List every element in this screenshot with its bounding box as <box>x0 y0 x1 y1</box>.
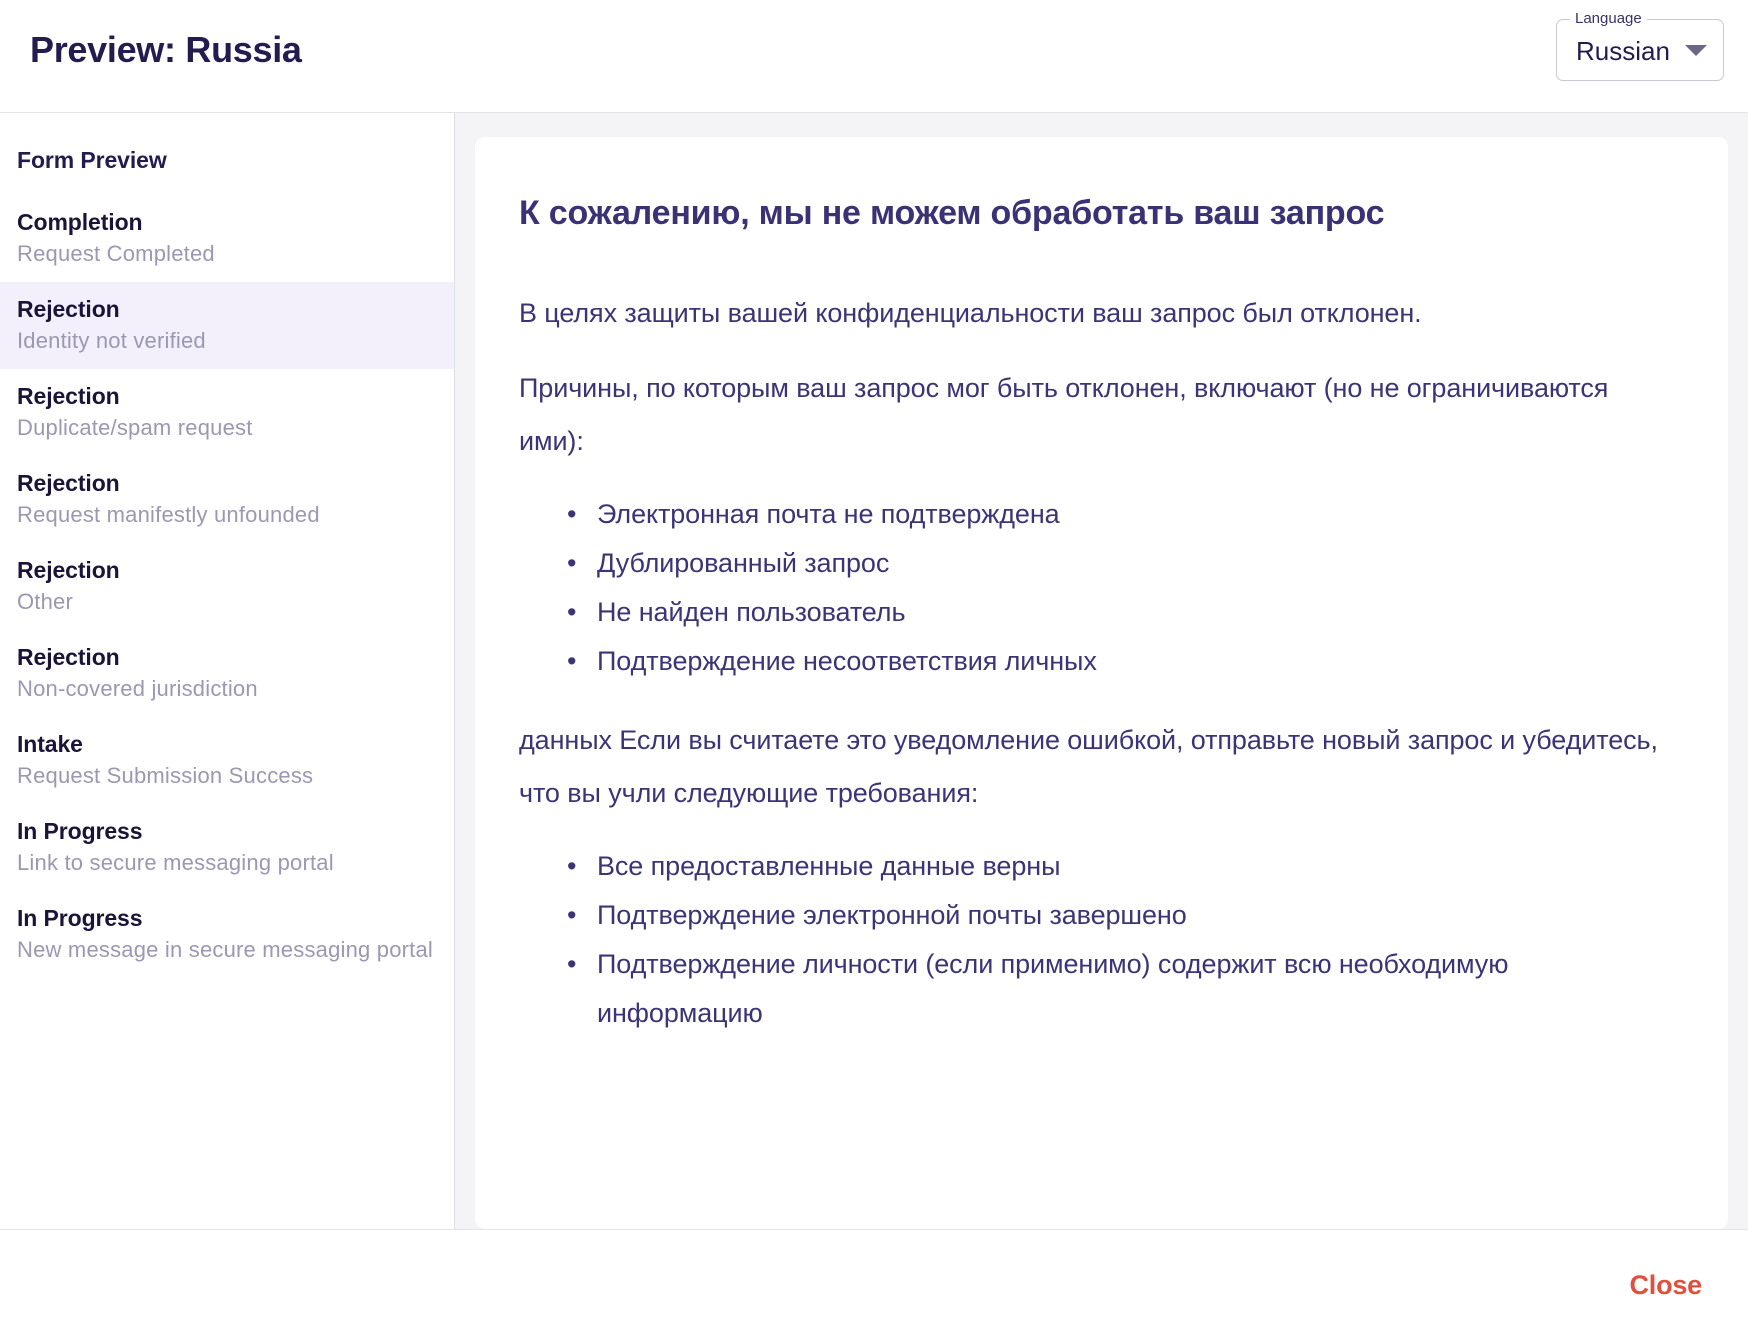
language-select-label: Language <box>1570 10 1647 28</box>
sidebar-item[interactable]: In Progress New message in secure messagi… <box>0 891 454 978</box>
list-item: Подтверждение несоответствия личных <box>519 637 1668 686</box>
page-title: Preview: Russia <box>30 29 302 70</box>
sidebar-item[interactable]: In Progress Link to secure messaging port… <box>0 804 454 891</box>
list-item: Подтверждение личности (если применимо) … <box>519 940 1668 1038</box>
list-item: Электронная почта не подтверждена <box>519 490 1668 539</box>
rejection-reasons-list: Электронная почта не подтвержденаДублиро… <box>519 490 1668 686</box>
list-item: Дублированный запрос <box>519 539 1668 588</box>
list-item: Подтверждение электронной почты завершен… <box>519 891 1668 940</box>
sidebar-item-title: Rejection <box>17 470 120 496</box>
sidebar-item-subtitle: Request manifestly unfounded <box>17 502 320 527</box>
sidebar-item-title: Rejection <box>17 296 120 322</box>
sidebar-item-title: Intake <box>17 731 83 757</box>
sidebar-item-title: Completion <box>17 209 143 235</box>
dialog-body: Form Preview Completion Request Completed… <box>0 113 1748 1230</box>
sidebar-item-subtitle: Duplicate/spam request <box>17 415 253 440</box>
sidebar-item-subtitle: Request Submission Success <box>17 763 314 788</box>
sidebar-item-title: Rejection <box>17 644 120 670</box>
sidebar-item-subtitle: Non-covered jurisdiction <box>17 676 258 701</box>
preview-content-card: К сожалению, мы не можем обработать ваш … <box>475 137 1728 1229</box>
close-button[interactable]: Close <box>1617 1262 1714 1309</box>
list-item: Не найден пользователь <box>519 588 1668 637</box>
sidebar-item[interactable]: Rejection Non-covered jurisdiction <box>0 630 454 717</box>
sidebar-list: Completion Request Completed Rejection Iden… <box>0 195 454 978</box>
sidebar-item[interactable]: Intake Request Submission Success <box>0 717 454 804</box>
sidebar-item[interactable]: Rejection Identity not verified <box>0 282 454 369</box>
form-preview-sidebar: Form Preview Completion Request Completed… <box>0 113 455 1229</box>
content-paragraph-1: В целях защиты вашей конфиденциальности … <box>519 298 1422 328</box>
content-heading: К сожалению, мы не можем обработать ваш … <box>519 194 1385 232</box>
language-select[interactable]: Language Russian <box>1556 10 1724 81</box>
preview-dialog: Preview: Russia Language Russian Form Pr… <box>0 0 1748 1340</box>
chevron-down-icon[interactable] <box>1685 45 1707 56</box>
sidebar-item-title: Rejection <box>17 383 120 409</box>
sidebar-item-title: In Progress <box>17 905 143 931</box>
list-item: Все предоставленные данные верны <box>519 842 1668 891</box>
sidebar-item-title: In Progress <box>17 818 143 844</box>
resubmission-requirements-list: Все предоставленные данные верныПодтверж… <box>519 842 1668 1038</box>
sidebar-item-subtitle: Request Completed <box>17 241 215 266</box>
sidebar-item[interactable]: Rejection Other <box>0 543 454 630</box>
sidebar-item-subtitle: Other <box>17 589 74 614</box>
sidebar-item-title: Rejection <box>17 557 120 583</box>
language-select-value: Russian <box>1576 36 1670 66</box>
sidebar-heading: Form Preview <box>17 147 167 173</box>
sidebar-item[interactable]: Rejection Duplicate/spam request <box>0 369 454 456</box>
preview-main-panel: К сожалению, мы не можем обработать ваш … <box>455 113 1748 1229</box>
content-paragraph-2: Причины, по которым ваш запрос мог быть … <box>519 373 1609 456</box>
dialog-header: Preview: Russia Language Russian <box>0 0 1748 113</box>
sidebar-item[interactable]: Rejection Request manifestly unfounded <box>0 456 454 543</box>
sidebar-item-subtitle: New message in secure messaging portal <box>17 937 434 962</box>
sidebar-item[interactable]: Completion Request Completed <box>0 195 454 282</box>
sidebar-item-subtitle: Link to secure messaging portal <box>17 850 334 875</box>
content-paragraph-3: данных Если вы считаете это уведомление … <box>519 725 1658 808</box>
dialog-footer: Close <box>0 1230 1748 1340</box>
sidebar-item-subtitle: Identity not verified <box>17 328 206 353</box>
